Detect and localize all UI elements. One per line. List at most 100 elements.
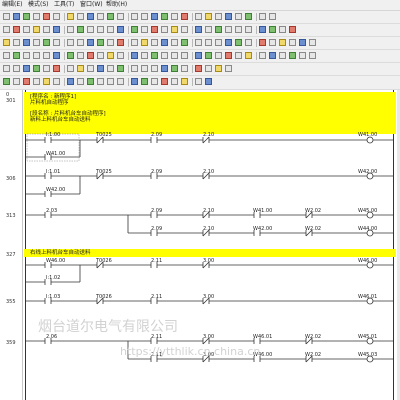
file-new-icon[interactable] [279, 39, 286, 46]
undo-icon[interactable] [13, 26, 20, 33]
contact-no-icon[interactable] [131, 13, 138, 20]
paste-icon[interactable] [131, 39, 138, 46]
grid-icon[interactable] [269, 26, 276, 33]
search-icon[interactable] [151, 65, 158, 72]
menu-edit[interactable]: 编辑(E) [2, 1, 22, 9]
grid-icon[interactable] [289, 52, 296, 59]
copy-icon[interactable] [205, 26, 212, 33]
ladder-editor[interactable]: 0 301 306 313 327 355 359 [程序名 : 新程序1] 片… [0, 90, 400, 400]
transfer-icon[interactable] [33, 78, 40, 85]
grid-icon[interactable] [181, 65, 188, 72]
monitor-icon[interactable] [43, 39, 50, 46]
undo-icon[interactable] [141, 65, 148, 72]
stop-icon[interactable] [181, 13, 188, 20]
file-new-icon[interactable] [215, 13, 222, 20]
open-folder-icon[interactable] [53, 78, 60, 85]
run-icon[interactable] [3, 78, 10, 85]
cut-icon[interactable] [195, 26, 202, 33]
contact-no-icon[interactable] [67, 26, 74, 33]
zoom-icon[interactable] [171, 39, 178, 46]
search-icon[interactable] [43, 52, 50, 59]
search-icon[interactable] [23, 26, 30, 33]
copy-icon[interactable] [97, 78, 104, 85]
zoom-icon[interactable] [43, 26, 50, 33]
open-folder-icon[interactable] [161, 26, 168, 33]
file-new-icon[interactable] [67, 39, 74, 46]
coil-icon[interactable] [107, 52, 114, 59]
help-icon[interactable] [161, 39, 168, 46]
save-icon[interactable] [67, 78, 74, 85]
monitor-icon[interactable] [43, 65, 50, 72]
print-icon[interactable] [245, 13, 252, 20]
coil-icon[interactable] [215, 65, 222, 72]
save-icon[interactable] [87, 39, 94, 46]
coil-icon[interactable] [3, 65, 10, 72]
cut-icon[interactable] [215, 52, 222, 59]
transfer-icon[interactable] [53, 65, 60, 72]
zoom-icon[interactable] [151, 78, 158, 85]
cut-icon[interactable] [107, 65, 114, 72]
paste-icon[interactable] [107, 78, 114, 85]
help-icon[interactable] [269, 52, 276, 59]
line-icon[interactable] [225, 39, 232, 46]
undo-icon[interactable] [77, 13, 84, 20]
print-icon[interactable] [97, 65, 104, 72]
monitor-icon[interactable] [151, 52, 158, 59]
copy-icon[interactable] [13, 52, 20, 59]
paste-icon[interactable] [3, 26, 10, 33]
help-icon[interactable] [33, 26, 40, 33]
run-icon[interactable] [171, 13, 178, 20]
save-icon[interactable] [195, 52, 202, 59]
line-icon[interactable] [117, 52, 124, 59]
file-new-icon[interactable] [3, 13, 10, 20]
copy-icon[interactable] [53, 13, 60, 20]
cut-icon[interactable] [3, 52, 10, 59]
cut-icon[interactable] [87, 78, 94, 85]
grid-icon[interactable] [181, 39, 188, 46]
run-icon[interactable] [107, 26, 114, 33]
contact-nc-icon[interactable] [205, 39, 212, 46]
line-icon[interactable] [97, 26, 104, 33]
undo-icon[interactable] [117, 78, 124, 85]
contact-no-icon[interactable] [299, 52, 306, 59]
contact-no-icon[interactable] [195, 65, 202, 72]
transfer-icon[interactable] [161, 52, 168, 59]
file-new-icon[interactable] [171, 52, 178, 59]
help-icon[interactable] [245, 26, 252, 33]
contact-nc-icon[interactable] [141, 13, 148, 20]
undo-icon[interactable] [141, 39, 148, 46]
open-folder-icon[interactable] [77, 65, 84, 72]
line-icon[interactable] [225, 65, 232, 72]
undo-icon[interactable] [225, 26, 232, 33]
open-folder-icon[interactable] [13, 13, 20, 20]
coil-icon[interactable] [215, 39, 222, 46]
transfer-icon[interactable] [53, 39, 60, 46]
menu-mode[interactable]: 模式(S) [28, 1, 49, 9]
search-icon[interactable] [131, 78, 138, 85]
contact-no-icon[interactable] [279, 26, 286, 33]
contact-no-icon[interactable] [87, 52, 94, 59]
grid-icon[interactable] [77, 52, 84, 59]
grid-icon[interactable] [161, 78, 168, 85]
stop-icon[interactable] [13, 78, 20, 85]
copy-icon[interactable] [269, 13, 276, 20]
cut-icon[interactable] [43, 13, 50, 20]
help-icon[interactable] [97, 13, 104, 20]
contact-nc-icon[interactable] [205, 65, 212, 72]
open-folder-icon[interactable] [181, 52, 188, 59]
grid-icon[interactable] [117, 13, 124, 20]
stop-icon[interactable] [117, 26, 124, 33]
transfer-icon[interactable] [269, 39, 276, 46]
help-icon[interactable] [53, 52, 60, 59]
run-icon[interactable] [131, 52, 138, 59]
search-icon[interactable] [87, 13, 94, 20]
print-icon[interactable] [77, 78, 84, 85]
transfer-icon[interactable] [205, 13, 212, 20]
coil-icon[interactable] [195, 78, 202, 85]
help-icon[interactable] [141, 78, 148, 85]
copy-icon[interactable] [117, 65, 124, 72]
stop-icon[interactable] [245, 39, 252, 46]
coil-icon[interactable] [3, 39, 10, 46]
open-folder-icon[interactable] [77, 39, 84, 46]
zoom-icon[interactable] [67, 52, 74, 59]
